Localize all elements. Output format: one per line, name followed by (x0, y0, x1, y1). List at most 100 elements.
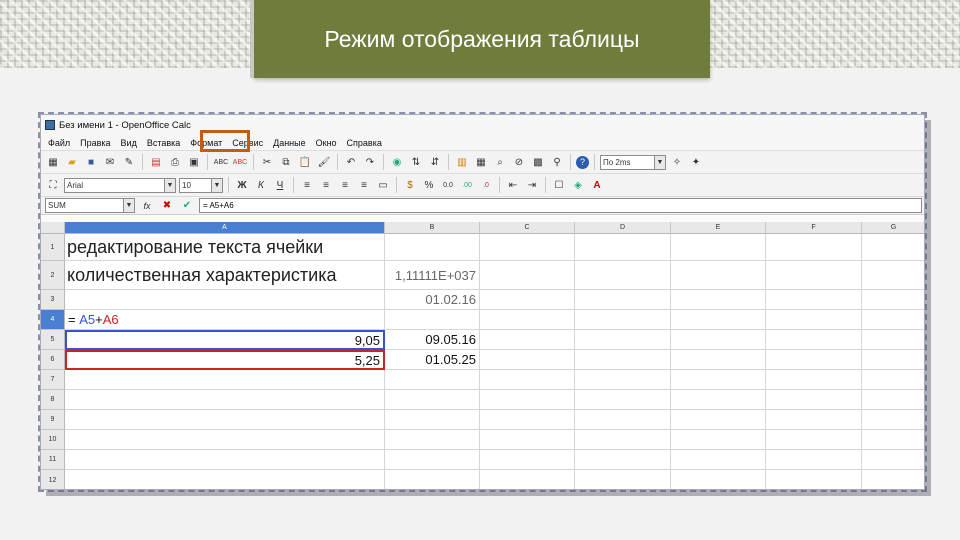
number-format-icon[interactable]: 0.0 (440, 177, 456, 193)
grid-cell[interactable] (671, 370, 766, 390)
grid-cell[interactable] (671, 234, 766, 261)
column-header-e[interactable]: E (671, 222, 766, 234)
cell-b5[interactable]: 09.05.16 (385, 330, 480, 350)
grid-cell[interactable] (766, 410, 862, 430)
cell-a6[interactable]: 5,25 (65, 350, 385, 370)
grid-cell[interactable] (862, 310, 924, 330)
chart-icon[interactable]: ▥ (454, 154, 470, 170)
row-header-5[interactable]: 5 (41, 330, 65, 350)
grid-cell[interactable] (575, 430, 671, 450)
currency-icon[interactable]: $ (402, 177, 418, 193)
grid-cell[interactable] (65, 290, 385, 310)
print-icon[interactable]: ⎙ (167, 154, 183, 170)
grid-cell[interactable] (862, 410, 924, 430)
grid-cell[interactable] (385, 234, 480, 261)
grid-cell[interactable] (766, 234, 862, 261)
email-icon[interactable]: ✉ (102, 154, 118, 170)
cell-b2[interactable]: 1,11111E+037 (385, 261, 480, 290)
grid-cell[interactable] (65, 370, 385, 390)
cell-a5[interactable]: 9,05 (65, 330, 385, 350)
grid-cell[interactable] (766, 450, 862, 470)
grid-cell[interactable] (766, 261, 862, 290)
row-header-8[interactable]: 8 (41, 390, 65, 410)
grid-cell[interactable] (385, 470, 480, 489)
grid-cell[interactable] (766, 310, 862, 330)
grid-cell[interactable] (575, 390, 671, 410)
accept-icon[interactable]: ✔ (179, 198, 195, 214)
autospell-icon[interactable]: ABC (232, 154, 248, 170)
grid-cell[interactable] (766, 370, 862, 390)
grid-cell[interactable] (385, 430, 480, 450)
undo-icon[interactable]: ↶ (343, 154, 359, 170)
grid-cell[interactable] (385, 450, 480, 470)
grid-cell[interactable] (766, 430, 862, 450)
grid-cell[interactable] (480, 310, 575, 330)
grid-cell[interactable] (671, 310, 766, 330)
grid-cell[interactable] (575, 350, 671, 370)
menu-window[interactable]: Окно (311, 138, 342, 148)
function-wizard-icon[interactable]: fx (139, 198, 155, 214)
cell-a2[interactable]: количественная характеристика (65, 261, 385, 290)
sort-ascending-icon[interactable]: ⇅ (408, 154, 424, 170)
align-left-icon[interactable]: ≡ (299, 177, 315, 193)
grid-cell[interactable] (65, 430, 385, 450)
cell-b6[interactable]: 01.05.25 (385, 350, 480, 370)
background-color-icon[interactable]: ◈ (570, 177, 586, 193)
grid-cell[interactable] (575, 470, 671, 489)
gallery-icon[interactable]: ▩ (530, 154, 546, 170)
decrease-indent-icon[interactable]: ⇤ (505, 177, 521, 193)
new-document-icon[interactable]: ▦ (45, 154, 61, 170)
column-header-b[interactable]: B (385, 222, 480, 234)
grid-cell[interactable] (480, 261, 575, 290)
grid-cell[interactable] (862, 261, 924, 290)
copy-icon[interactable]: ⧉ (278, 154, 294, 170)
grid-cell[interactable] (862, 330, 924, 350)
column-header-d[interactable]: D (575, 222, 671, 234)
spellcheck-icon[interactable]: ABC (213, 154, 229, 170)
cell-b3[interactable]: 01.02.16 (385, 290, 480, 310)
menu-data[interactable]: Данные (268, 138, 311, 148)
increase-indent-icon[interactable]: ⇥ (524, 177, 540, 193)
row-header-6[interactable]: 6 (41, 350, 65, 370)
grid-cell[interactable] (766, 390, 862, 410)
grid-cell[interactable] (575, 370, 671, 390)
grid-cell[interactable] (671, 450, 766, 470)
underline-icon[interactable]: Ч (272, 177, 288, 193)
grid-cell[interactable] (862, 350, 924, 370)
styles-icon[interactable]: ⛶ (45, 177, 61, 193)
row-header-9[interactable]: 9 (41, 410, 65, 430)
grid-cell[interactable] (65, 410, 385, 430)
name-box[interactable]: SUM ▼ (45, 198, 135, 213)
grid-cell[interactable] (65, 470, 385, 489)
grid-cell[interactable] (575, 234, 671, 261)
chevron-down-icon[interactable]: ▼ (211, 178, 222, 192)
row-header-10[interactable]: 10 (41, 430, 65, 450)
grid-cell[interactable] (575, 310, 671, 330)
grid-cell[interactable] (671, 350, 766, 370)
grid-cell[interactable] (766, 290, 862, 310)
grid-cell[interactable] (385, 390, 480, 410)
formula-input[interactable]: = A5+A6 (199, 198, 922, 213)
cell-a4-formula[interactable]: = A5 + A6 (65, 310, 385, 330)
row-header-4[interactable]: 4 (41, 310, 65, 330)
menu-view[interactable]: Вид (116, 138, 142, 148)
font-color-icon[interactable]: A (589, 177, 605, 193)
grid-cell[interactable] (671, 390, 766, 410)
find-icon[interactable]: ⌕ (492, 154, 508, 170)
export-pdf-icon[interactable]: ▤ (148, 154, 164, 170)
column-header-g[interactable]: G (862, 222, 924, 234)
grid-cell[interactable] (766, 350, 862, 370)
align-right-icon[interactable]: ≡ (337, 177, 353, 193)
grid-cell[interactable] (575, 261, 671, 290)
column-header-a[interactable]: A (65, 222, 385, 234)
grid-cell[interactable] (671, 430, 766, 450)
font-name-combo[interactable]: Arial ▼ (64, 177, 176, 193)
grid-cell[interactable] (862, 390, 924, 410)
cut-icon[interactable]: ✂ (259, 154, 275, 170)
grid-cell[interactable] (862, 430, 924, 450)
grid-cell[interactable] (862, 234, 924, 261)
borders-icon[interactable]: ☐ (551, 177, 567, 193)
grid-cell[interactable] (480, 450, 575, 470)
grid-cell[interactable] (65, 390, 385, 410)
justify-icon[interactable]: ≡ (356, 177, 372, 193)
